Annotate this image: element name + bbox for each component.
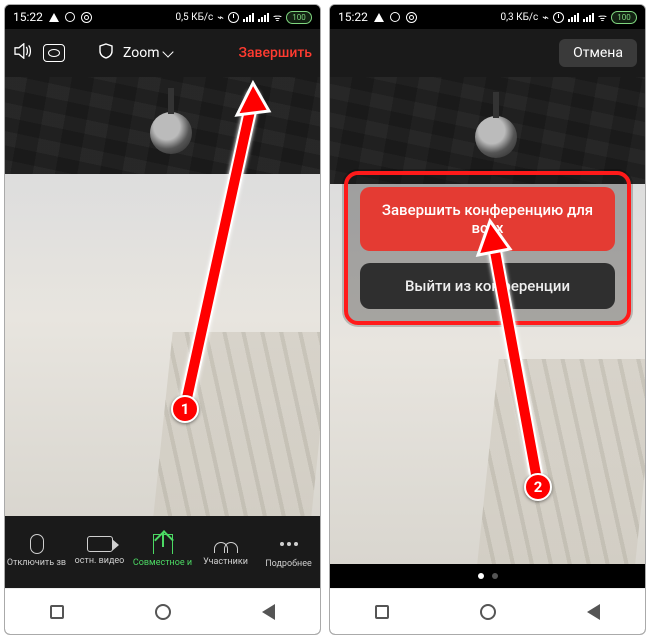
vowifi-icon: ᯤ: [598, 10, 607, 24]
battery-icon: 100: [286, 11, 312, 24]
participants-button[interactable]: Участники: [194, 535, 257, 567]
zoom-top-bar: Zoom Завершить: [5, 29, 320, 77]
lamp: [150, 112, 192, 154]
more-button[interactable]: Подробнее: [257, 533, 320, 569]
video-feed: Завершить конференцию для всех Выйти из …: [330, 77, 645, 564]
speaker-icon[interactable]: [13, 43, 33, 63]
meeting-title[interactable]: Zoom: [123, 45, 172, 61]
wall-stripes: [153, 332, 320, 516]
cancel-button[interactable]: Отмена: [559, 39, 637, 67]
signal-2-icon: [258, 13, 269, 22]
end-meeting-popup: Завершить конференцию для всех Выйти из …: [344, 171, 631, 325]
nav-recent-icon[interactable]: [375, 605, 389, 619]
video-feed: 1: [5, 77, 320, 516]
app-icon: [390, 12, 400, 22]
lamp: [475, 116, 517, 158]
annotation-badge-1: 1: [171, 395, 199, 423]
data-rate: 0,5 КБ/с: [175, 12, 213, 23]
phone-right: 15:22 0,3 КБ/с ⌁ ᯤ 100 Отмена Завершить …: [329, 4, 646, 635]
alarm-icon: [228, 12, 239, 23]
share-icon: [153, 534, 173, 554]
participants-icon: [214, 535, 238, 553]
leave-meeting-button[interactable]: Выйти из конференции: [360, 263, 615, 309]
signal-2-icon: [583, 13, 594, 22]
flip-camera-icon[interactable]: [43, 44, 65, 62]
annotation-badge-2: 2: [524, 473, 552, 501]
wall-stripes: [477, 359, 645, 564]
status-bar: 15:22 0,3 КБ/с ⌁ ᯤ 100: [330, 5, 645, 29]
signal-icon: [568, 13, 579, 22]
nav-home-icon[interactable]: [480, 604, 496, 620]
alarm-icon: [553, 12, 564, 23]
nav-back-icon[interactable]: [262, 604, 275, 620]
camera-icon: [87, 536, 113, 552]
phone-left: 15:22 0,5 КБ/с ⌁ ᯤ 100 Zoom Завершить: [4, 4, 321, 635]
status-time: 15:22: [338, 10, 368, 24]
vowifi-icon: ᯤ: [273, 10, 282, 24]
mic-icon: [30, 534, 44, 554]
bluetooth-icon: ⌁: [542, 11, 549, 24]
zoom-bottom-toolbar: Отключить зв остн. видео Совместное и Уч…: [5, 516, 320, 588]
nav-back-icon[interactable]: [587, 604, 600, 620]
status-bar: 15:22 0,5 КБ/с ⌁ ᯤ 100: [5, 5, 320, 29]
page-dot: [492, 573, 498, 579]
browser-icon: [81, 12, 92, 23]
android-nav-bar: [5, 588, 320, 634]
end-button[interactable]: Завершить: [239, 45, 313, 61]
send-icon: [49, 13, 59, 22]
android-nav-bar: [330, 588, 645, 634]
battery-icon: 100: [611, 11, 637, 24]
signal-icon: [243, 13, 254, 22]
more-icon: [277, 533, 301, 555]
chevron-down-icon: [162, 46, 173, 57]
nav-recent-icon[interactable]: [50, 605, 64, 619]
mute-button[interactable]: Отключить зв: [5, 534, 68, 568]
shield-icon[interactable]: [99, 43, 113, 63]
video-button[interactable]: остн. видео: [68, 536, 131, 566]
status-time: 15:22: [13, 10, 43, 24]
app-icon: [65, 12, 75, 22]
bluetooth-icon: ⌁: [217, 11, 224, 24]
send-icon: [374, 13, 384, 22]
browser-icon: [406, 12, 417, 23]
share-button[interactable]: Совместное и: [131, 534, 194, 568]
page-indicator: [330, 564, 645, 588]
page-dot-active: [478, 573, 484, 579]
end-for-all-button[interactable]: Завершить конференцию для всех: [360, 187, 615, 251]
zoom-top-bar: Отмена: [330, 29, 645, 77]
nav-home-icon[interactable]: [155, 604, 171, 620]
data-rate: 0,3 КБ/с: [500, 12, 538, 23]
